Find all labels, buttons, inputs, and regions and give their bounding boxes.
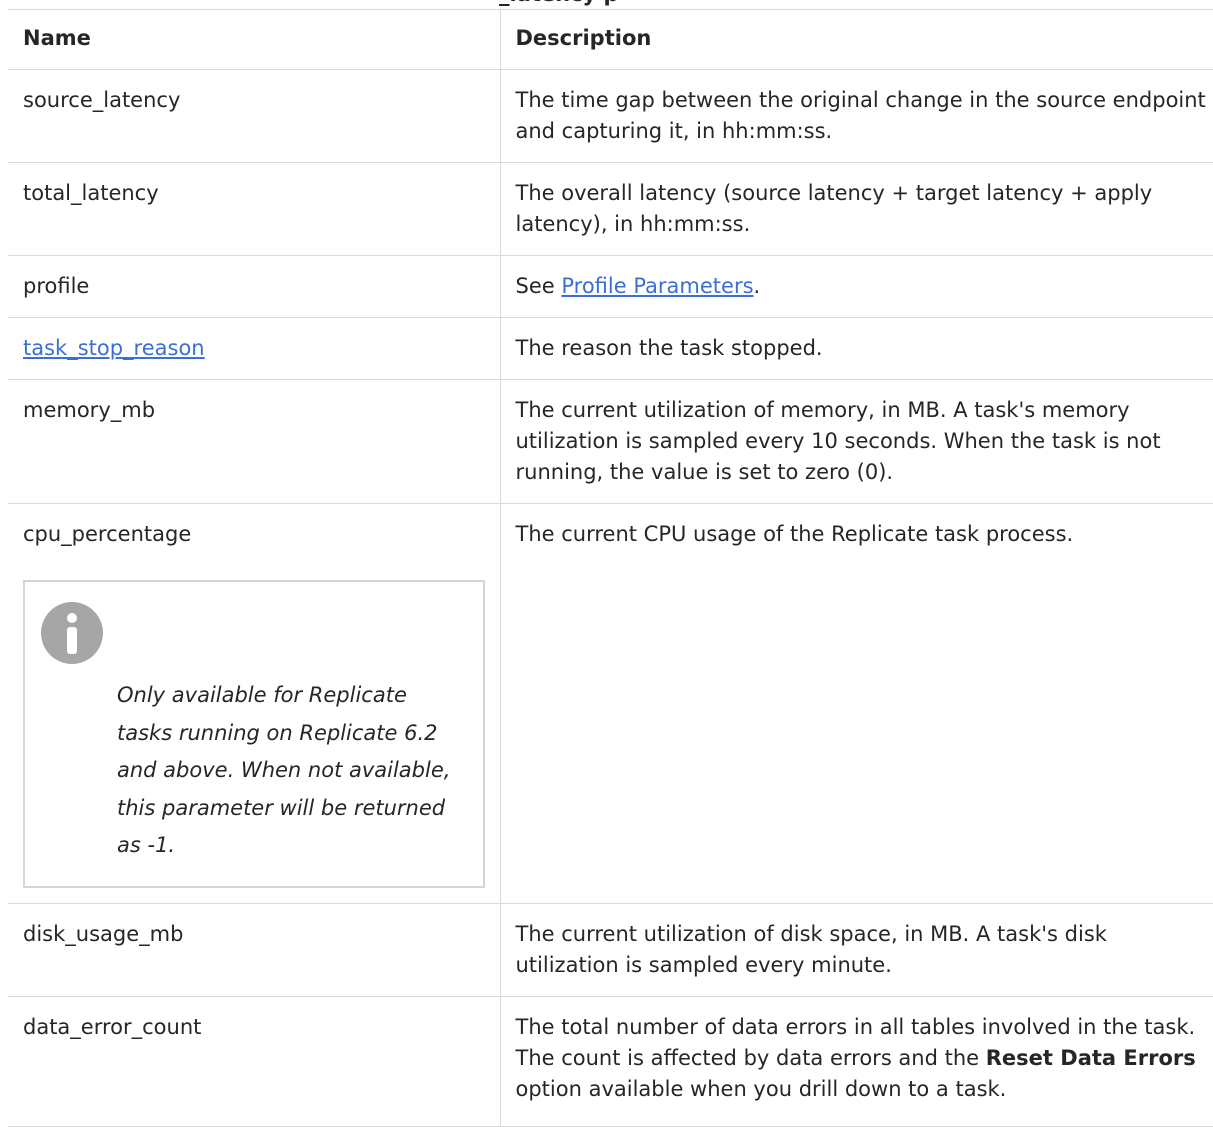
table-row: data_error_count The total number of dat… xyxy=(8,996,1213,1127)
param-description: The current utilization of memory, in MB… xyxy=(499,379,1213,504)
table-row: disk_usage_mb The current utilization of… xyxy=(8,903,1213,997)
param-name: memory_mb xyxy=(8,379,501,504)
page: _latency p Name Description source_laten… xyxy=(0,0,1213,1127)
header-description: Description xyxy=(499,9,1213,70)
table-row: cpu_percentage Only available for Replic… xyxy=(8,503,1213,904)
param-description: The current CPU usage of the Replicate t… xyxy=(499,503,1213,904)
table-row: memory_mb The current utilization of mem… xyxy=(8,379,1213,504)
param-name: disk_usage_mb xyxy=(8,903,501,997)
param-description: The overall latency (source latency + ta… xyxy=(499,162,1213,256)
description-text: See xyxy=(515,274,562,298)
table-header-row: Name Description xyxy=(8,9,1213,70)
param-description: The time gap between the original change… xyxy=(499,69,1213,163)
param-name: task_stop_reason xyxy=(8,317,501,380)
task-stop-reason-link[interactable]: task_stop_reason xyxy=(23,336,205,360)
param-description: The reason the task stopped. xyxy=(499,317,1213,380)
table-row: total_latency The overall latency (sourc… xyxy=(8,162,1213,256)
table-row: profile See Profile Parameters. xyxy=(8,255,1213,318)
header-name: Name xyxy=(8,9,501,70)
param-name: data_error_count xyxy=(8,996,501,1127)
reset-data-errors-text: Reset Data Errors xyxy=(985,1046,1196,1070)
param-description: The current utilization of disk space, i… xyxy=(499,903,1213,997)
note-box: Only available for Replicate tasks runni… xyxy=(23,580,485,888)
description-text: option available when you drill down to … xyxy=(515,1077,1007,1101)
parameters-table: Name Description source_latency The time… xyxy=(8,9,1213,1127)
info-icon xyxy=(41,602,103,664)
param-description: The total number of data errors in all t… xyxy=(499,996,1213,1127)
description-text: . xyxy=(753,274,761,298)
param-name: cpu_percentage xyxy=(23,522,192,546)
param-name: profile xyxy=(8,255,501,318)
profile-parameters-link[interactable]: Profile Parameters xyxy=(561,274,753,298)
param-name-cell: cpu_percentage Only available for Replic… xyxy=(8,503,501,904)
param-name: source_latency xyxy=(8,69,501,163)
table-row: source_latency The time gap between the … xyxy=(8,69,1213,163)
note-text: Only available for Replicate tasks runni… xyxy=(117,683,451,857)
param-name: total_latency xyxy=(8,162,501,256)
param-description: See Profile Parameters. xyxy=(499,255,1213,318)
table-row: task_stop_reason The reason the task sto… xyxy=(8,317,1213,380)
